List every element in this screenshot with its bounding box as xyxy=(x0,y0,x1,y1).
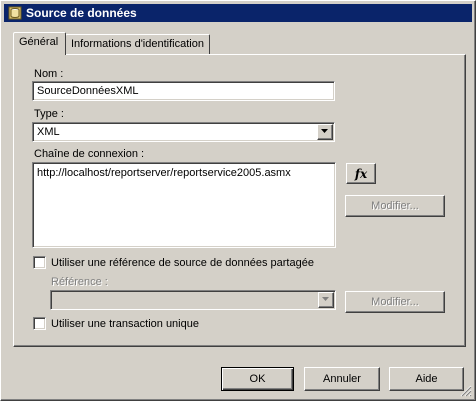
cancel-button[interactable]: Annuler xyxy=(304,367,380,391)
title-bar[interactable]: Source de données xyxy=(4,4,472,22)
resize-grip-icon[interactable] xyxy=(460,385,472,397)
dialog-window: Source de données Général Informations d… xyxy=(0,0,476,401)
tab-panel xyxy=(13,54,466,347)
tab-identification-label: Informations d'identification xyxy=(71,38,204,50)
data-source-icon xyxy=(8,6,22,20)
help-button[interactable]: Aide xyxy=(389,367,464,391)
tab-identification[interactable]: Informations d'identification xyxy=(65,34,210,54)
window-title: Source de données xyxy=(26,6,137,20)
tab-general-label: Général xyxy=(19,36,59,48)
tab-general[interactable]: Général xyxy=(13,32,66,55)
ok-button[interactable]: OK xyxy=(221,367,294,391)
